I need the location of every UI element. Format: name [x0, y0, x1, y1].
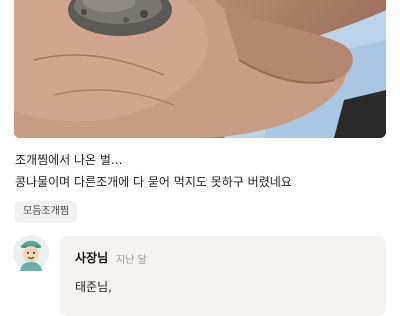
reply-body: 태준님,: [75, 280, 112, 294]
review-line: 조개찜에서 나온 벌...: [15, 153, 123, 167]
menu-tag[interactable]: 모듬조개찜: [15, 201, 77, 223]
reply-time: 지난 달: [116, 255, 147, 266]
reply-author: 사장님: [75, 251, 109, 265]
review-photo-image: [14, 0, 386, 138]
owner-avatar: [12, 234, 50, 272]
owner-reply: 사장님 지난 달 태준님,: [60, 236, 386, 316]
review-line: 콩나물이며 다른조개에 다 묻어 먹지도 못하구 버렸네요: [15, 175, 292, 189]
avatar-icon: [13, 235, 49, 271]
review-text: 조개찜에서 나온 벌... 콩나물이며 다른조개에 다 묻어 먹지도 못하구 버…: [15, 149, 385, 193]
review-photo[interactable]: [14, 0, 386, 138]
